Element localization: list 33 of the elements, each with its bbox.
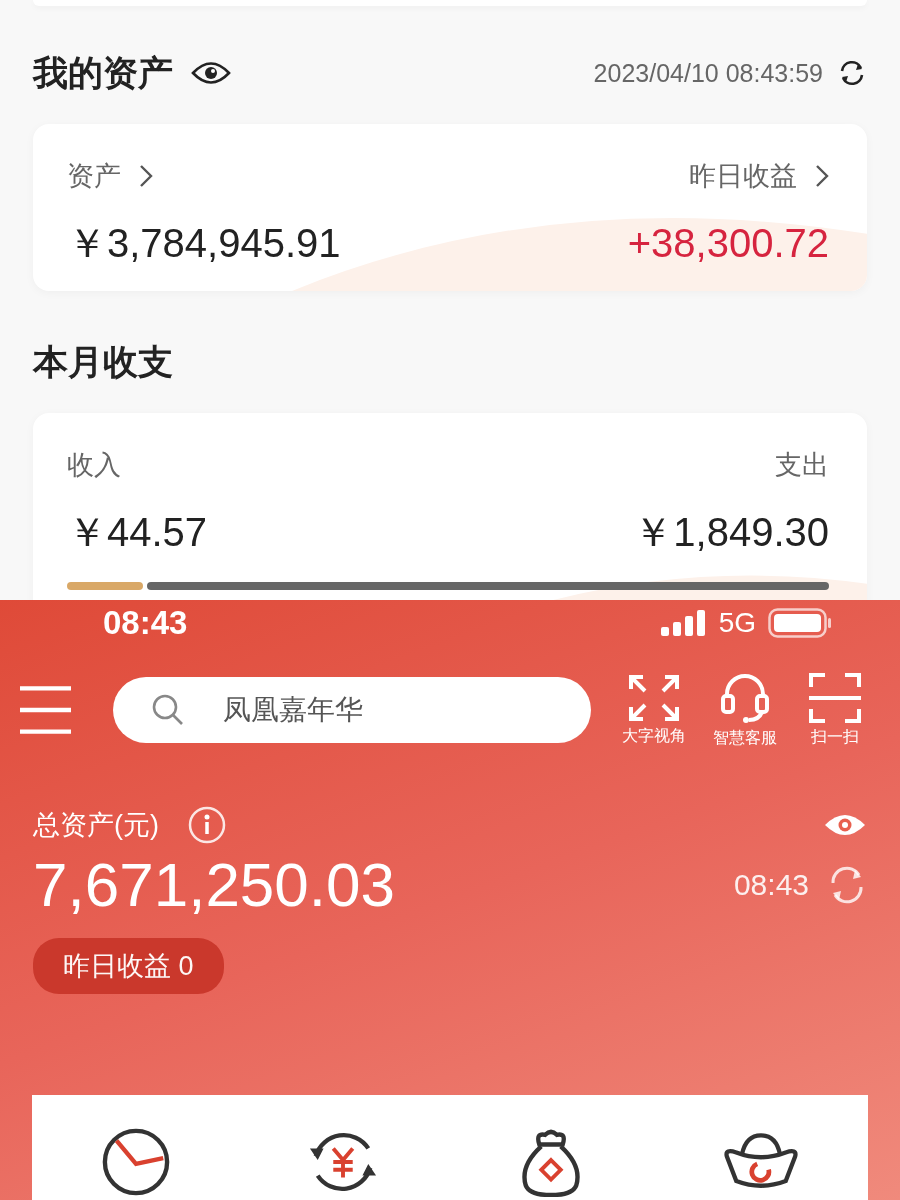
- earnings-value: +38,300.72: [627, 221, 829, 266]
- eye-icon[interactable]: [191, 60, 231, 86]
- clock-icon[interactable]: [100, 1127, 171, 1197]
- network-label: 5G: [718, 606, 756, 639]
- total-assets-value: 7,671,250.03: [33, 849, 395, 920]
- total-assets-label: 总资产(元): [33, 809, 159, 842]
- menu-icon[interactable]: [20, 685, 72, 735]
- income-label: 收入: [67, 449, 121, 482]
- section-title: 我的资产: [33, 51, 173, 94]
- headset-icon: [718, 671, 771, 724]
- toolbar-button[interactable]: 大字视角: [609, 673, 700, 747]
- battery-icon: [768, 607, 832, 638]
- status-time: 08:43: [103, 603, 188, 642]
- assets-value: ￥3,784,945.91: [67, 220, 341, 267]
- toolbar-button[interactable]: 扫一扫: [789, 672, 880, 748]
- scan-icon: [808, 672, 861, 723]
- chevron-icon: [139, 164, 153, 188]
- chevron-icon: [815, 164, 829, 188]
- section-title: 本月收支: [33, 340, 173, 383]
- search-field[interactable]: 凤凰嘉年华: [221, 693, 526, 727]
- yesterday-earnings-link[interactable]: 昨日收益: [689, 158, 829, 194]
- yesterday-earnings-badge[interactable]: 昨日收益 0: [33, 938, 224, 994]
- expand-icon: [628, 673, 681, 722]
- income-value: ￥44.57: [67, 509, 208, 556]
- update-time: 08:43: [733, 867, 809, 902]
- timestamp: 2023/04/10 08:43:59: [593, 58, 823, 88]
- expense-value: ￥1,849.30: [633, 509, 829, 556]
- expense-label: 支出: [775, 449, 829, 482]
- assets-link[interactable]: 资产: [67, 158, 153, 194]
- search-bar[interactable]: 凤凰嘉年华: [113, 677, 591, 743]
- info-icon[interactable]: [187, 805, 227, 845]
- toolbar-button[interactable]: 智慧客服: [699, 671, 790, 749]
- signal-icon: [660, 609, 707, 636]
